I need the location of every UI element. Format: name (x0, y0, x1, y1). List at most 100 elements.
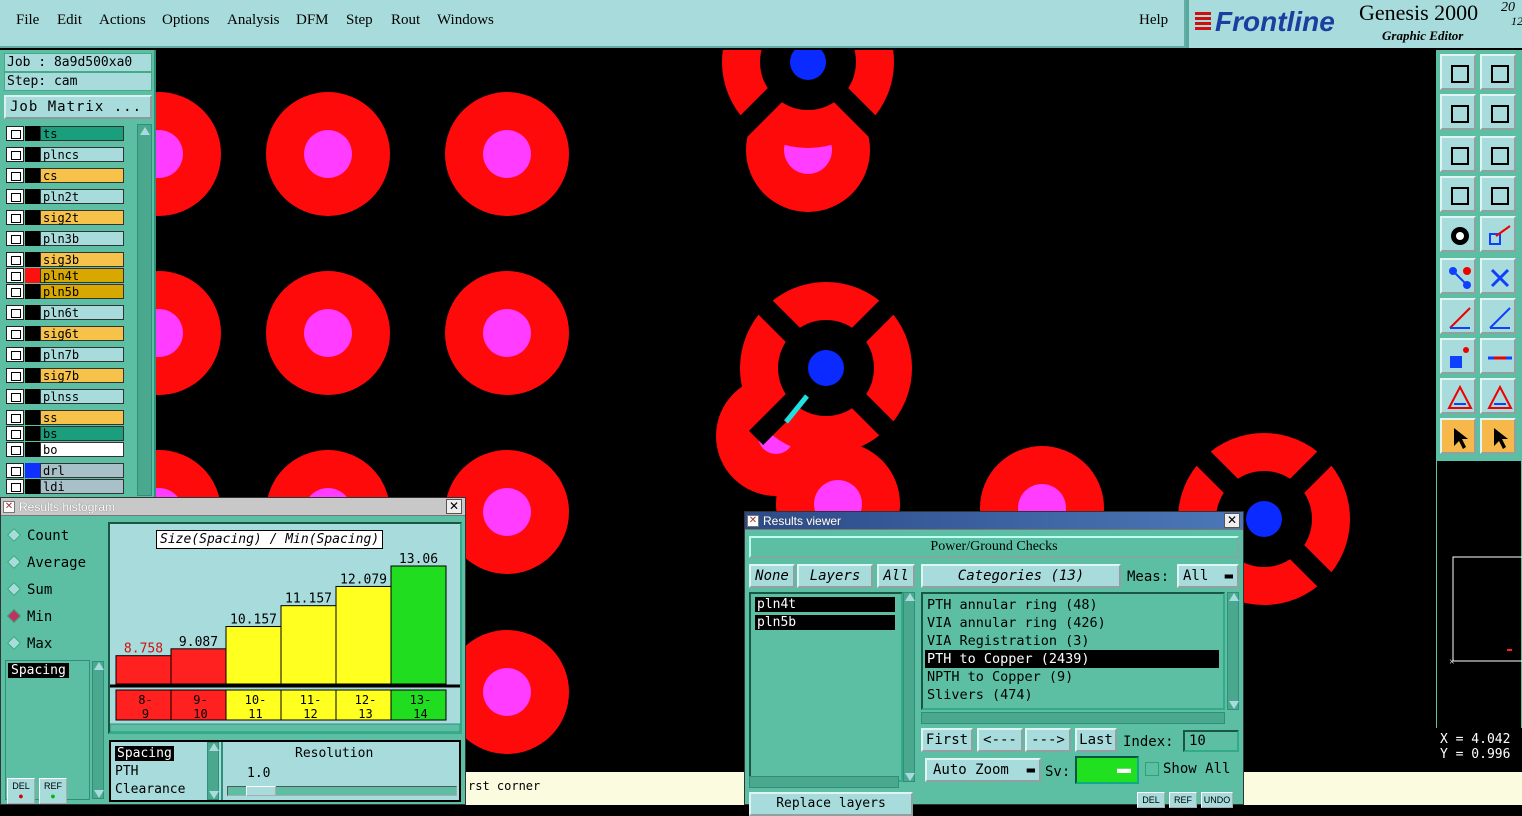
sv-color-dropdown[interactable]: ▬ (1075, 756, 1139, 784)
layer-color-swatch[interactable] (25, 268, 40, 283)
category-hscrollbar[interactable] (921, 712, 1225, 724)
layer-name[interactable]: bo (40, 442, 124, 457)
show-all-checkbox[interactable] (1145, 762, 1159, 776)
layer-name[interactable]: plnss (40, 389, 124, 404)
category-list-scrollbar[interactable] (1227, 592, 1239, 710)
mode-radio-min[interactable]: Min (6, 608, 52, 625)
mode-radio-max[interactable]: Max (6, 635, 52, 652)
select-tool-button[interactable] (1480, 418, 1516, 454)
layer-name[interactable]: ts (40, 126, 124, 141)
mode-radio-sum[interactable]: Sum (6, 581, 52, 598)
layer-name[interactable]: pln4t (40, 268, 124, 283)
layer-color-swatch[interactable] (25, 147, 40, 162)
zoom-fit-tool-button[interactable] (1440, 136, 1476, 172)
pan-left-tool-button[interactable] (1440, 94, 1476, 130)
layer-name[interactable]: pln3b (40, 231, 124, 246)
layer-checkbox[interactable] (6, 326, 24, 341)
layer-color-swatch[interactable] (25, 389, 40, 404)
grid-tool-button[interactable] (1480, 176, 1516, 212)
line-tool-tool-button[interactable] (1440, 298, 1476, 334)
layer-checkbox[interactable] (6, 268, 24, 283)
layer-checkbox[interactable] (6, 252, 24, 267)
layer-name[interactable]: pln6t (40, 305, 124, 320)
measure-field-clearance[interactable]: Clearance (115, 782, 185, 797)
meas-dropdown[interactable]: All ▬ (1177, 564, 1239, 588)
menu-actions[interactable]: Actions (99, 12, 146, 29)
categories-button[interactable]: Categories (13) (921, 564, 1121, 588)
layer-checkbox[interactable] (6, 368, 24, 383)
triangle-tool-button[interactable] (1440, 378, 1476, 414)
menu-windows[interactable]: Windows (437, 12, 494, 29)
result-layer-list[interactable]: pln4t pln5b (749, 592, 903, 782)
layer-color-swatch[interactable] (25, 326, 40, 341)
page-up-tool-button[interactable] (1440, 54, 1476, 90)
menu-step[interactable]: Step (346, 12, 373, 29)
layer-name[interactable]: drl (40, 463, 124, 478)
layer-checkbox[interactable] (6, 442, 24, 457)
close-icon[interactable]: ✕ (1224, 513, 1240, 528)
resolution-slider-knob[interactable] (246, 786, 276, 796)
measure-field-pth[interactable]: PTH (115, 764, 138, 779)
mode-radio-average[interactable]: Average (6, 554, 86, 571)
layer-name[interactable]: sig6t (40, 326, 124, 341)
prev-button[interactable]: <--- (977, 728, 1023, 752)
all-button[interactable]: All (877, 564, 915, 588)
snap-tool-button[interactable] (1440, 176, 1476, 212)
layer-color-swatch[interactable] (25, 210, 40, 225)
layer-checkbox[interactable] (6, 284, 24, 299)
layer-checkbox[interactable] (6, 126, 24, 141)
layer-hscrollbar[interactable] (749, 776, 899, 788)
layer-checkbox[interactable] (6, 189, 24, 204)
layer-name[interactable]: sig7b (40, 368, 124, 383)
layer-name[interactable]: bs (40, 426, 124, 441)
layer-name[interactable]: plncs (40, 147, 124, 162)
layer-color-swatch[interactable] (25, 168, 40, 183)
category-item[interactable]: PTH annular ring (48) (925, 596, 1219, 614)
layer-name[interactable]: pln7b (40, 347, 124, 362)
ref-button[interactable]: REF ● (39, 778, 67, 804)
layer-color-swatch[interactable] (25, 231, 40, 246)
layer-color-swatch[interactable] (25, 305, 40, 320)
layer-list-scrollbar[interactable] (137, 124, 152, 496)
layer-color-swatch[interactable] (25, 410, 40, 425)
layer-checkbox[interactable] (6, 231, 24, 246)
fill-mode-tool-button[interactable] (1440, 216, 1476, 252)
measure-type-selected[interactable]: Spacing (8, 663, 69, 678)
layer-color-swatch[interactable] (25, 463, 40, 478)
layer-checkbox[interactable] (6, 147, 24, 162)
measure-field-scrollbar[interactable] (207, 742, 219, 800)
layer-name[interactable]: sig2t (40, 210, 124, 225)
category-item[interactable]: NPTH to Copper (9) (925, 668, 1219, 686)
layer-color-swatch[interactable] (25, 479, 40, 494)
page-down-tool-button[interactable] (1480, 54, 1516, 90)
pointer-tool-button[interactable] (1440, 418, 1476, 454)
category-item[interactable]: VIA annular ring (426) (925, 614, 1219, 632)
mode-radio-count[interactable]: Count (6, 527, 69, 544)
layer-color-swatch[interactable] (25, 368, 40, 383)
layer-name[interactable]: pln5b (40, 284, 124, 299)
triangle-sel-tool-button[interactable] (1480, 378, 1516, 414)
replace-layers-button[interactable]: Replace layers (749, 792, 913, 816)
layer-color-swatch[interactable] (25, 442, 40, 457)
layer-name[interactable]: ldi (40, 479, 124, 494)
layer-checkbox[interactable] (6, 479, 24, 494)
result-layer-item[interactable]: pln4t (755, 597, 895, 612)
menu-dfm[interactable]: DFM (296, 12, 329, 29)
del-button[interactable]: DEL (1137, 792, 1165, 808)
next-button[interactable]: ---> (1025, 728, 1071, 752)
layer-checkbox[interactable] (6, 168, 24, 183)
menu-rout[interactable]: Rout (391, 12, 420, 29)
last-button[interactable]: Last (1075, 728, 1117, 752)
layer-checkbox[interactable] (6, 210, 24, 225)
layer-checkbox[interactable] (6, 347, 24, 362)
layer-name[interactable]: sig3b (40, 252, 124, 267)
window-menu-icon[interactable]: ✕ (3, 501, 15, 513)
none-button[interactable]: None (749, 564, 795, 588)
outline-mode-tool-button[interactable] (1480, 216, 1516, 252)
measure-field-spacing[interactable]: Spacing (115, 746, 174, 761)
segment-tool-button[interactable] (1480, 338, 1516, 374)
layer-color-swatch[interactable] (25, 252, 40, 267)
histogram-titlebar[interactable]: ✕ Results histogram ✕ (1, 498, 465, 516)
layer-color-swatch[interactable] (25, 426, 40, 441)
cross-tool-button[interactable] (1480, 258, 1516, 294)
